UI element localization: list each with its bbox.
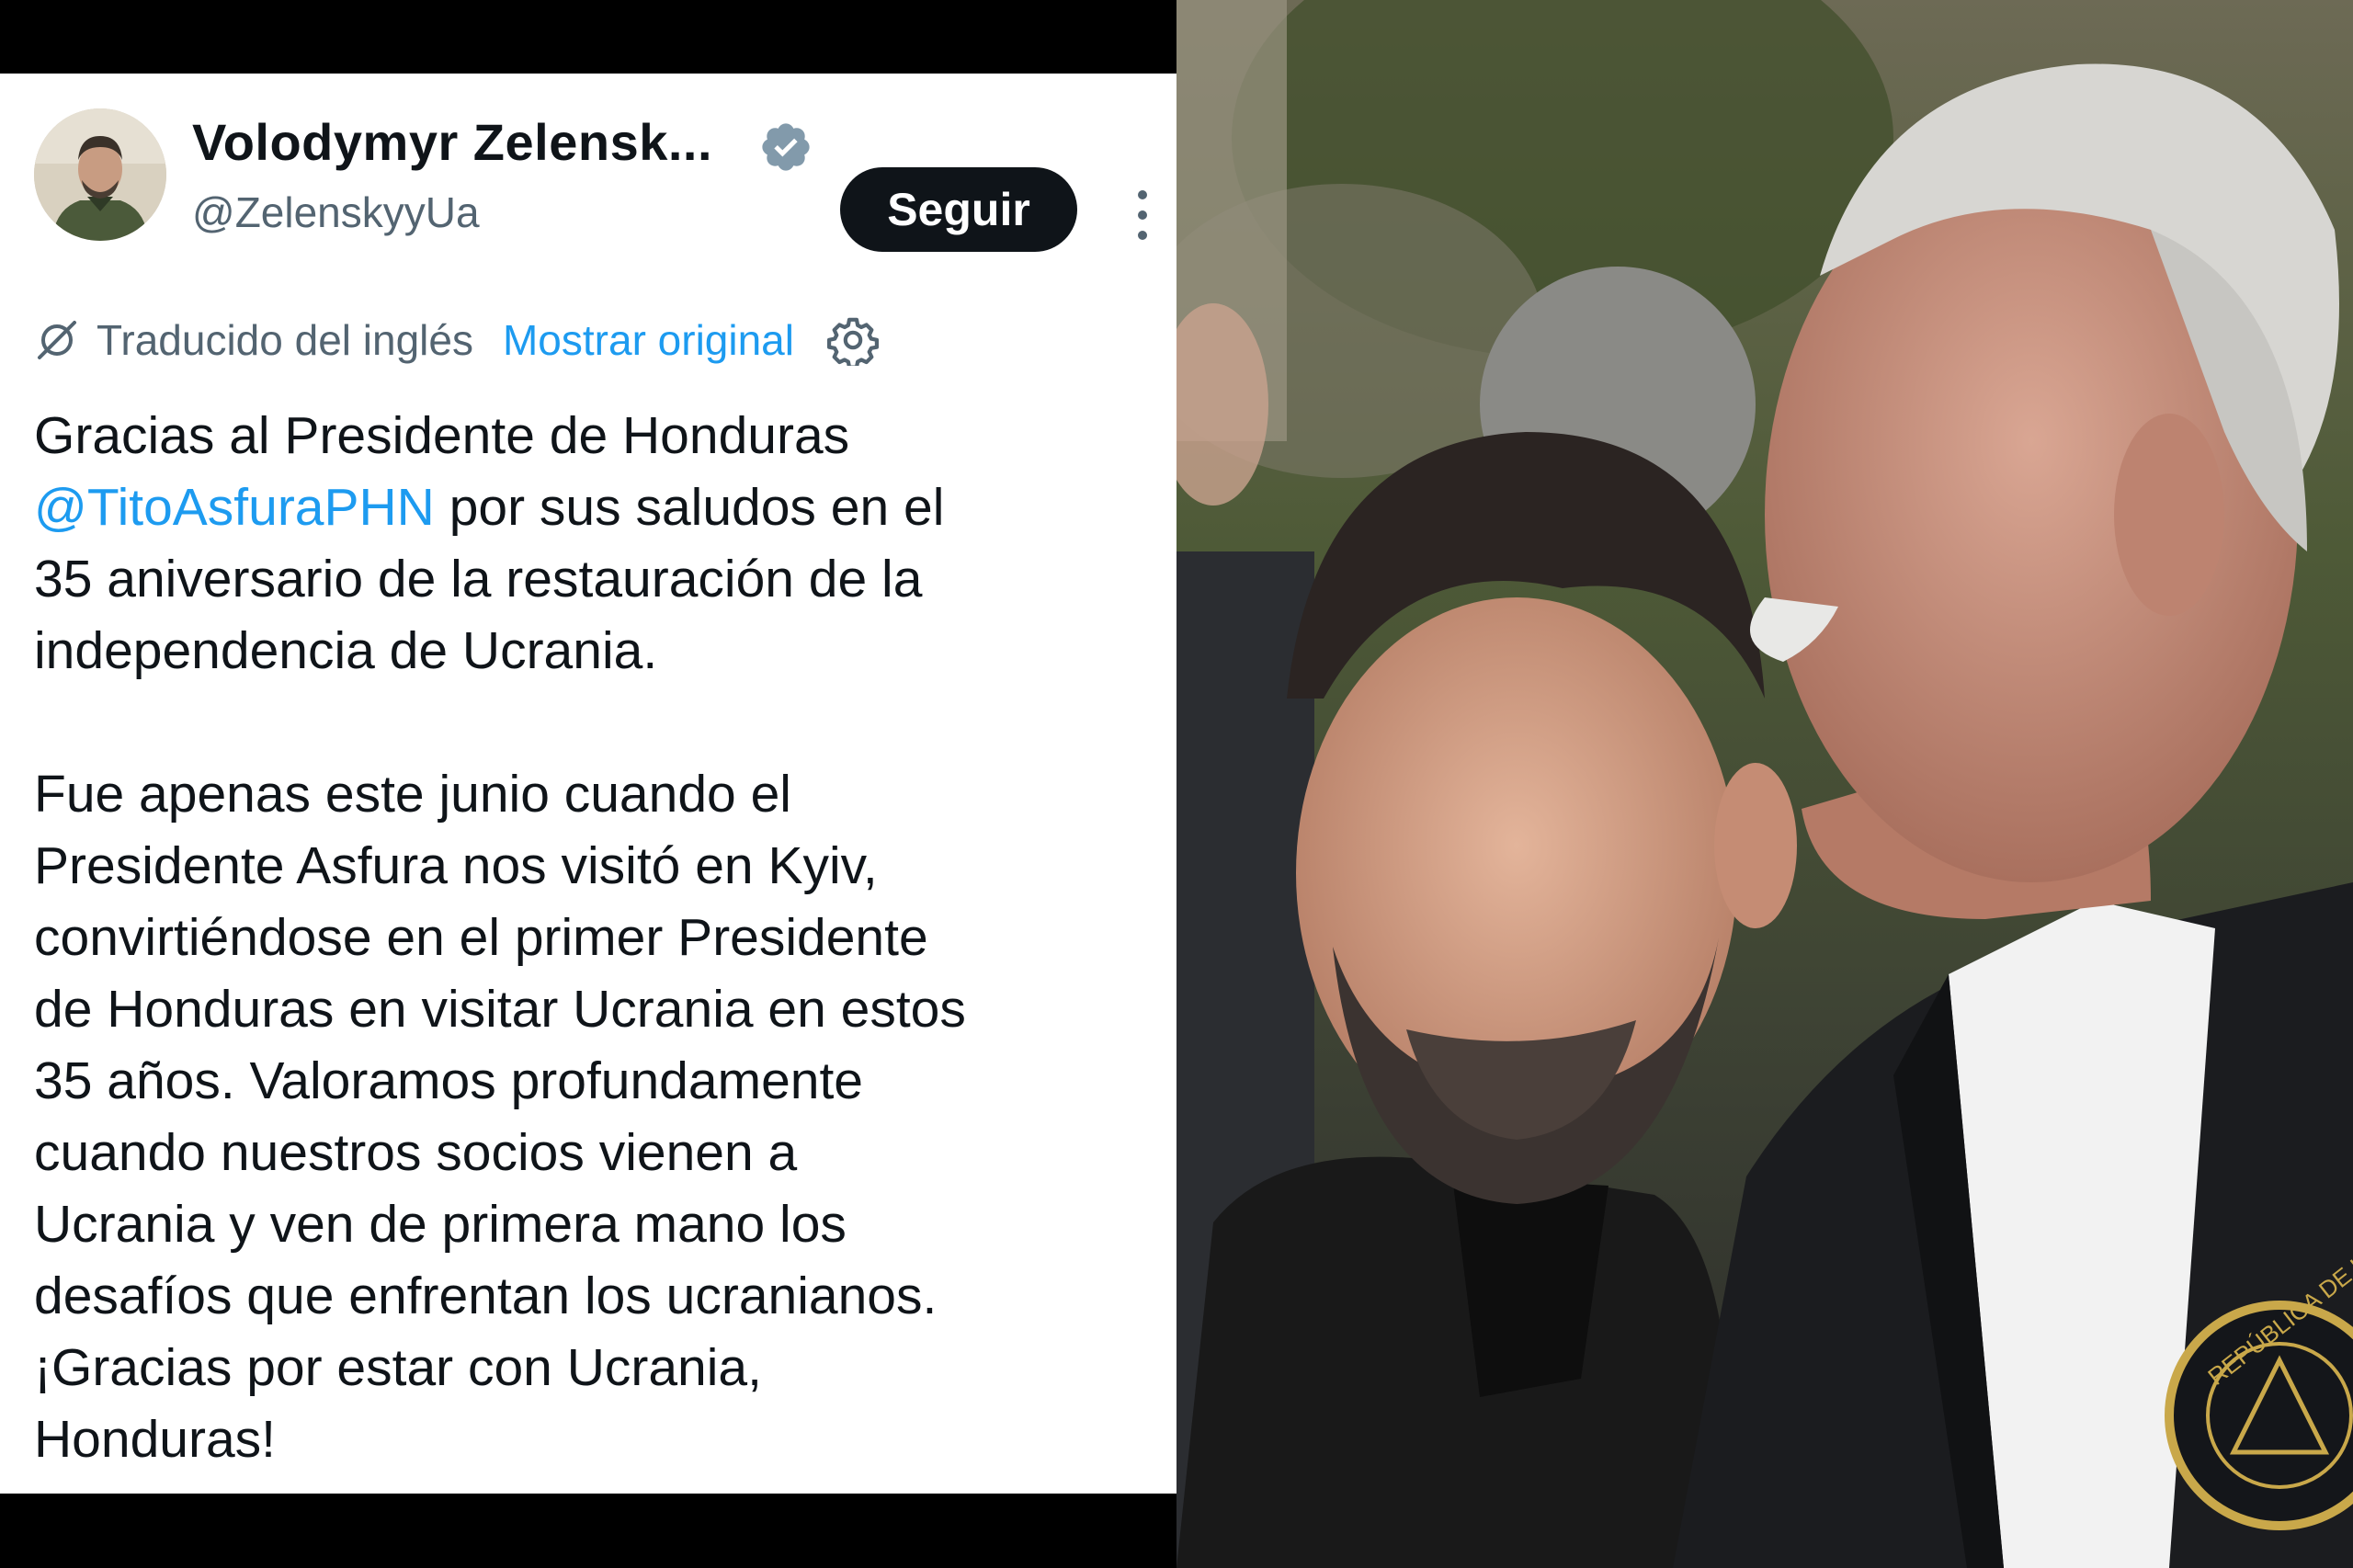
tweet-card: Volodymyr Zelensk... @ZelenskyyUa Seguir [0,74,1176,1494]
gear-icon[interactable] [826,314,879,366]
tweet-paragraph-2: Fue apenas este junio cuando el Presiden… [34,765,966,1469]
photo-illustration: REPÚBLICA DE H [1176,0,2353,1568]
tweet-paragraph-1: Gracias al Presidente de Honduras @TitoA… [34,400,1155,687]
translated-label: Traducido del inglés [97,316,473,364]
translation-bar: Traducido del inglés Mostrar original [34,308,1137,372]
tweet-body: Gracias al Presidente de Honduras @TitoA… [34,400,1155,1475]
tweet-panel: Volodymyr Zelensk... @ZelenskyyUa Seguir [0,0,1176,1568]
avatar[interactable] [34,108,166,241]
tweet-photo[interactable]: REPÚBLICA DE H [1176,0,2353,1568]
user-handle[interactable]: @ZelenskyyUa [192,187,480,237]
display-name[interactable]: Volodymyr Zelensk... [192,112,712,172]
more-vertical-icon[interactable] [1133,187,1152,243]
tweet-text-part: Gracias al Presidente de Honduras [34,406,850,465]
mention-link[interactable]: @TitoAsfuraPHN [34,478,435,537]
verified-badge-icon [762,123,810,171]
screenshot-frame: Volodymyr Zelensk... @ZelenskyyUa Seguir [0,0,2353,1568]
follow-button[interactable]: Seguir [840,167,1077,252]
show-original-link[interactable]: Mostrar original [503,315,794,365]
tweet-header: Volodymyr Zelensk... @ZelenskyyUa Seguir [34,108,1147,252]
translate-icon [38,321,76,359]
